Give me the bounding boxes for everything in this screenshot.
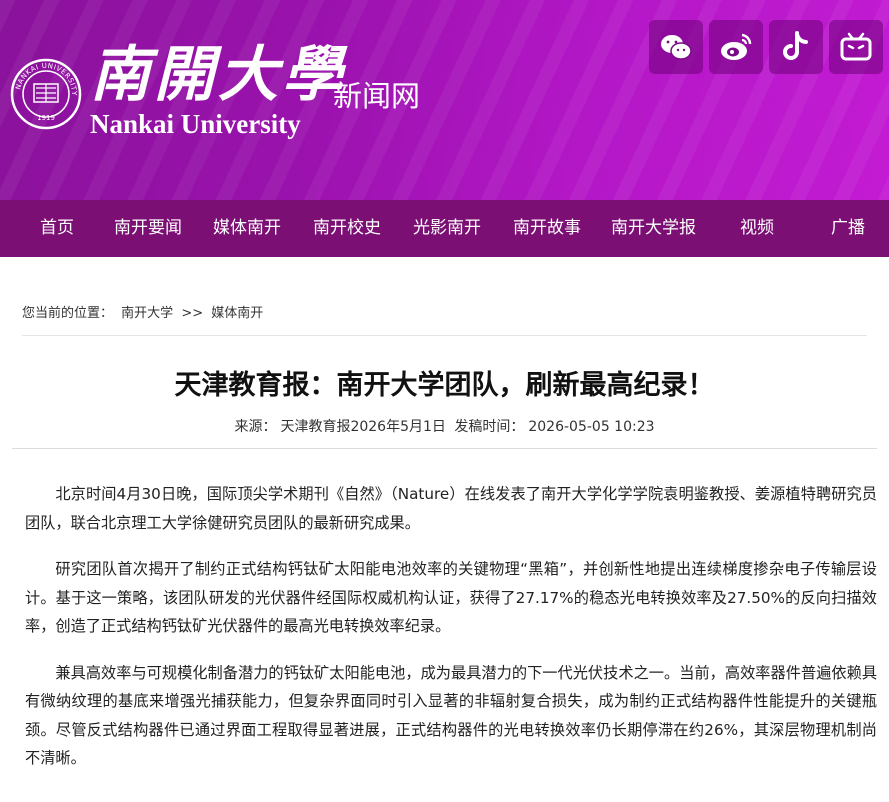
main-navigation: 首页 南开要闻 媒体南开 南开校史 光影南开 南开故事 南开大学报 视频 广播 bbox=[0, 200, 889, 257]
article-body: 北京时间4月30日晚，国际顶尖学术期刊《自然》（Nature）在线发表了南开大学… bbox=[25, 480, 877, 791]
time-label: 发稿时间： bbox=[454, 419, 525, 435]
nav-item-history[interactable]: 南开校史 bbox=[313, 200, 381, 257]
logo-chinese-name[interactable]: 南開大學 bbox=[90, 40, 346, 110]
article-meta: 来源： 天津教育报2026年5月1日 发稿时间： 2026-05-05 10:23 bbox=[0, 416, 889, 436]
seal-year: 1919 bbox=[37, 114, 55, 122]
article-paragraph: 兼具高效率与可规模化制备潜力的钙钛矿太阳能电池，成为最具潜力的下一代光伏技术之一… bbox=[25, 663, 877, 768]
site-header: NANKAI UNIVERSITY 1919 南開大學 Nankai Unive… bbox=[0, 0, 889, 200]
nav-item-radio[interactable]: 广播 bbox=[831, 200, 865, 257]
breadcrumb-prefix: 您当前的位置： bbox=[22, 306, 114, 321]
wechat-icon bbox=[661, 35, 692, 60]
breadcrumb-link-nankai[interactable]: 南开大学 bbox=[121, 306, 173, 321]
bilibili-button[interactable] bbox=[829, 20, 883, 74]
nav-item-video[interactable]: 视频 bbox=[740, 200, 774, 257]
breadcrumb: 您当前的位置： 南开大学 >> 媒体南开 bbox=[22, 302, 267, 321]
weibo-button[interactable] bbox=[709, 20, 763, 74]
article-title: 天津教育报：南开大学团队，刷新最高纪录！ bbox=[174, 370, 715, 401]
breadcrumb-link-media[interactable]: 媒体南开 bbox=[211, 306, 263, 321]
breadcrumb-separator: >> bbox=[181, 306, 204, 321]
weibo-icon bbox=[721, 33, 752, 60]
tiktok-button[interactable] bbox=[769, 20, 823, 74]
wechat-button[interactable] bbox=[649, 20, 703, 74]
article-paragraph: 北京时间4月30日晚，国际顶尖学术期刊《自然》（Nature）在线发表了南开大学… bbox=[25, 485, 877, 532]
article-time: 2026-05-05 10:23 bbox=[528, 419, 655, 435]
source-label: 来源： bbox=[234, 419, 277, 435]
nav-item-newspaper[interactable]: 南开大学报 bbox=[611, 200, 696, 257]
nankai-seal-logo[interactable]: NANKAI UNIVERSITY 1919 bbox=[10, 58, 82, 130]
nav-item-media[interactable]: 媒体南开 bbox=[213, 200, 281, 257]
nav-item-stories[interactable]: 南开故事 bbox=[513, 200, 581, 257]
article-paragraph: 研究团队首次揭开了制约正式结构钙钛矿太阳能电池效率的关键物理“黑箱”，并创新性地… bbox=[25, 560, 877, 635]
logo-english-name[interactable]: Nankai University bbox=[90, 108, 301, 140]
site-name: 新闻网 bbox=[333, 79, 421, 113]
nav-item-news[interactable]: 南开要闻 bbox=[114, 200, 182, 257]
breadcrumb-divider bbox=[22, 335, 867, 336]
nav-item-home[interactable]: 首页 bbox=[40, 200, 74, 257]
article-source: 天津教育报2026年5月1日 bbox=[280, 419, 446, 435]
tiktok-icon bbox=[783, 31, 808, 60]
nav-item-photo[interactable]: 光影南开 bbox=[413, 200, 481, 257]
bilibili-icon bbox=[840, 32, 872, 61]
title-divider bbox=[12, 448, 877, 449]
